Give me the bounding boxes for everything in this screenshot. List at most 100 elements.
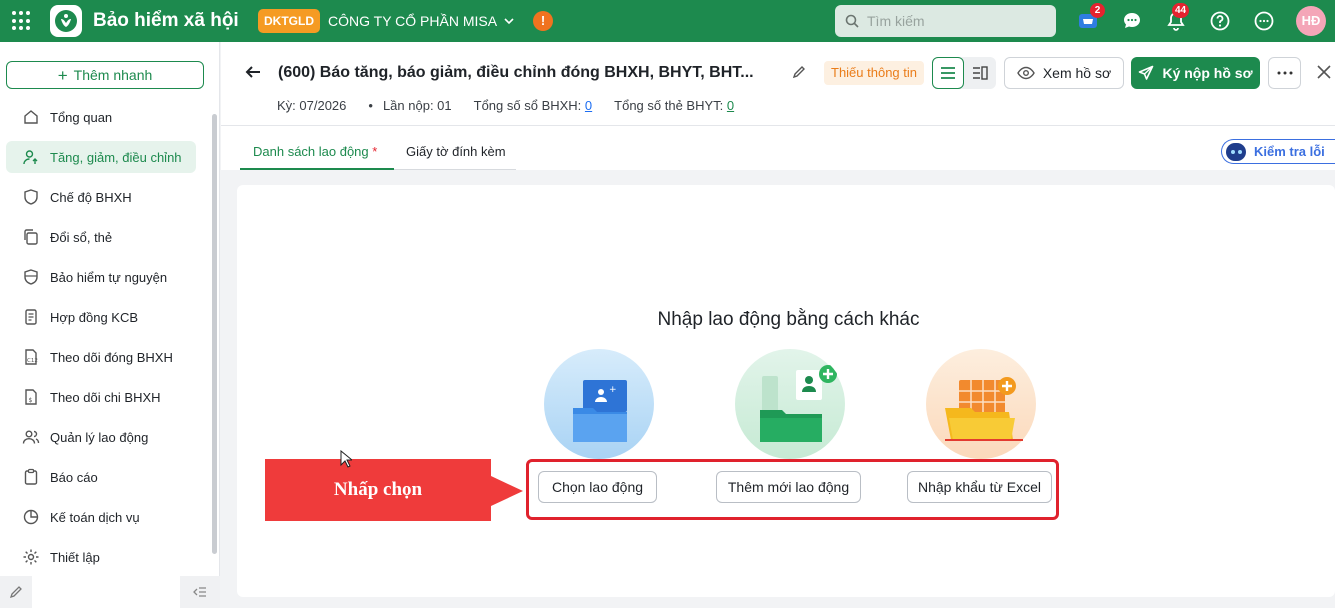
- more-apps-button[interactable]: [1252, 9, 1276, 33]
- sign-submit-button[interactable]: Ký nộp hồ sơ: [1131, 57, 1260, 89]
- chart-icon: [23, 509, 39, 525]
- required-mark: *: [372, 144, 378, 159]
- sidebar-item-bhxh-regime[interactable]: Chế độ BHXH: [6, 181, 196, 213]
- sidebar-item-label: Kế toán dịch vụ: [50, 509, 140, 525]
- empty-state-title: Nhập lao động bằng cách khác: [657, 309, 920, 330]
- sidebar-item-kcb-contract[interactable]: Hợp đồng KCB: [6, 301, 196, 333]
- cart-badge: 2: [1090, 3, 1105, 18]
- org-code-badge: DKTGLD: [258, 9, 320, 33]
- sidebar-item-track-benefits[interactable]: $ Theo dõi chi BHXH: [6, 381, 196, 413]
- feedback-button[interactable]: [0, 576, 32, 608]
- quick-add-button[interactable]: + Thêm nhanh: [6, 61, 204, 89]
- status-badge: Thiếu thông tin: [824, 61, 925, 85]
- bhyt-total-link[interactable]: 0: [727, 98, 734, 113]
- list-view-button[interactable]: [932, 57, 964, 89]
- sidebar-item-voluntary[interactable]: Bảo hiểm tự nguyện: [6, 261, 196, 293]
- user-avatar[interactable]: HĐ: [1296, 6, 1326, 36]
- sidebar-item-label: Tăng, giảm, điều chỉnh: [50, 149, 182, 165]
- tab-attachments[interactable]: Giấy tờ đính kèm: [406, 144, 506, 170]
- search-icon: [845, 14, 859, 28]
- bhxh-total-link[interactable]: 0: [585, 98, 592, 113]
- empty-state-panel: Nhập lao động bằng cách khác + Chọn lao …: [237, 185, 1335, 597]
- sidebar-item-adjustments[interactable]: Tăng, giảm, điều chỉnh: [6, 141, 196, 173]
- cart-button[interactable]: 2: [1076, 3, 1105, 33]
- split-view-button[interactable]: [964, 57, 996, 89]
- search-box[interactable]: [835, 5, 1056, 37]
- top-bar: Bảo hiểm xã hội DKTGLD CÔNG TY CỔ PHẦN M…: [0, 0, 1335, 42]
- sidebar-nav: Tổng quan Tăng, giảm, điều chỉnh Chế độ …: [6, 101, 196, 581]
- add-new-employee-button[interactable]: Thêm mới lao động: [716, 471, 861, 503]
- sign-submit-label: Ký nộp hồ sơ: [1162, 65, 1253, 81]
- page-title: (600) Báo tăng, báo giảm, điều chỉnh đón…: [278, 64, 754, 81]
- sidebar-item-reports[interactable]: Báo cáo: [6, 461, 196, 493]
- users-icon: [22, 430, 40, 444]
- sidebar-item-accounting[interactable]: Kế toán dịch vụ: [6, 501, 196, 533]
- edit-pencil-icon[interactable]: [791, 64, 807, 80]
- chat-button[interactable]: [1120, 9, 1144, 33]
- mouse-cursor-icon: [340, 450, 352, 468]
- sidebar-item-overview[interactable]: Tổng quan: [6, 101, 196, 133]
- view-toggle: [932, 57, 996, 89]
- clipboard-icon: [24, 468, 38, 485]
- robot-icon: [1226, 142, 1246, 161]
- shield-icon: [24, 269, 38, 285]
- sidebar-item-label: Theo dõi chi BHXH: [50, 389, 161, 405]
- quick-add-label: Thêm nhanh: [73, 67, 153, 83]
- bhxh-total-label: Tổng số sổ BHXH:: [473, 98, 582, 113]
- shield-heart-icon: [24, 189, 38, 205]
- warning-icon[interactable]: !: [533, 11, 553, 31]
- send-icon: [1139, 65, 1154, 80]
- copy-icon: [24, 229, 38, 245]
- list-icon: [941, 67, 955, 79]
- import-excel-illustration-icon: [926, 349, 1036, 459]
- sidebar-item-employees[interactable]: Quản lý lao động: [6, 421, 196, 453]
- bhxh-total: Tổng số sổ BHXH: 0: [474, 98, 593, 113]
- choose-employee-button[interactable]: Chọn lao động: [538, 471, 657, 503]
- user-up-icon: [23, 150, 38, 165]
- search-input[interactable]: [867, 13, 1047, 29]
- sidebar-scrollbar[interactable]: [212, 114, 217, 554]
- help-button[interactable]: [1208, 9, 1232, 33]
- annotation-callout: Nhấp chọn: [265, 459, 491, 521]
- tab-label: Giấy tờ đính kèm: [406, 144, 506, 159]
- add-employee-illustration-icon: [735, 349, 845, 459]
- bhyt-total-label: Tổng số thẻ BHYT:: [614, 98, 724, 113]
- close-icon[interactable]: [1315, 63, 1333, 81]
- pencil-icon: [9, 586, 22, 599]
- more-circle-icon: [1254, 11, 1274, 31]
- sidebar-item-settings[interactable]: Thiết lập: [6, 541, 196, 573]
- check-errors-label: Kiểm tra lỗi: [1254, 144, 1325, 159]
- app-grid-icon[interactable]: [12, 11, 32, 31]
- tab-bar: Danh sách lao động * Giấy tờ đính kèm Ki…: [221, 126, 1335, 170]
- help-icon: [1210, 11, 1230, 31]
- document-header: (600) Báo tăng, báo giảm, điều chỉnh đón…: [221, 42, 1335, 126]
- company-selector[interactable]: CÔNG TY CỔ PHẦN MISA: [328, 13, 515, 29]
- more-horizontal-icon: [1277, 71, 1292, 75]
- check-errors-button[interactable]: Kiểm tra lỗi: [1221, 139, 1335, 164]
- svg-text:$: $: [29, 397, 33, 404]
- more-actions-button[interactable]: [1268, 57, 1301, 89]
- separator-dot: •: [368, 98, 373, 113]
- import-excel-button[interactable]: Nhập khẩu từ Excel: [907, 471, 1052, 503]
- collapse-icon: [193, 587, 206, 597]
- chat-icon: [1124, 13, 1140, 28]
- notification-button[interactable]: 44: [1164, 3, 1190, 33]
- view-file-button[interactable]: Xem hồ sơ: [1004, 57, 1124, 89]
- home-icon: [24, 110, 38, 124]
- sidebar-item-label: Theo dõi đóng BHXH: [50, 349, 173, 365]
- collapse-sidebar-button[interactable]: [180, 576, 220, 608]
- back-arrow-icon[interactable]: [243, 62, 263, 82]
- sidebar-item-label: Hợp đồng KCB: [50, 309, 139, 325]
- contract-icon: [25, 309, 37, 325]
- sidebar-item-label: Chế độ BHXH: [50, 189, 132, 205]
- sidebar-item-book-card[interactable]: Đổi sổ, thẻ: [6, 221, 196, 253]
- sidebar-item-label: Đổi sổ, thẻ: [50, 229, 113, 245]
- submission-label: Lần nộp: 01: [382, 98, 452, 113]
- notification-badge: 44: [1172, 3, 1190, 18]
- period-label: Kỳ: 07/2026: [277, 98, 347, 113]
- sidebar-item-label: Quản lý lao động: [50, 429, 149, 445]
- sidebar-item-label: Thiết lập: [50, 549, 100, 565]
- tab-label: Danh sách lao động: [253, 144, 369, 159]
- tab-employee-list[interactable]: Danh sách lao động *: [240, 144, 394, 170]
- sidebar-item-track-payments[interactable]: C12 Theo dõi đóng BHXH: [6, 341, 196, 373]
